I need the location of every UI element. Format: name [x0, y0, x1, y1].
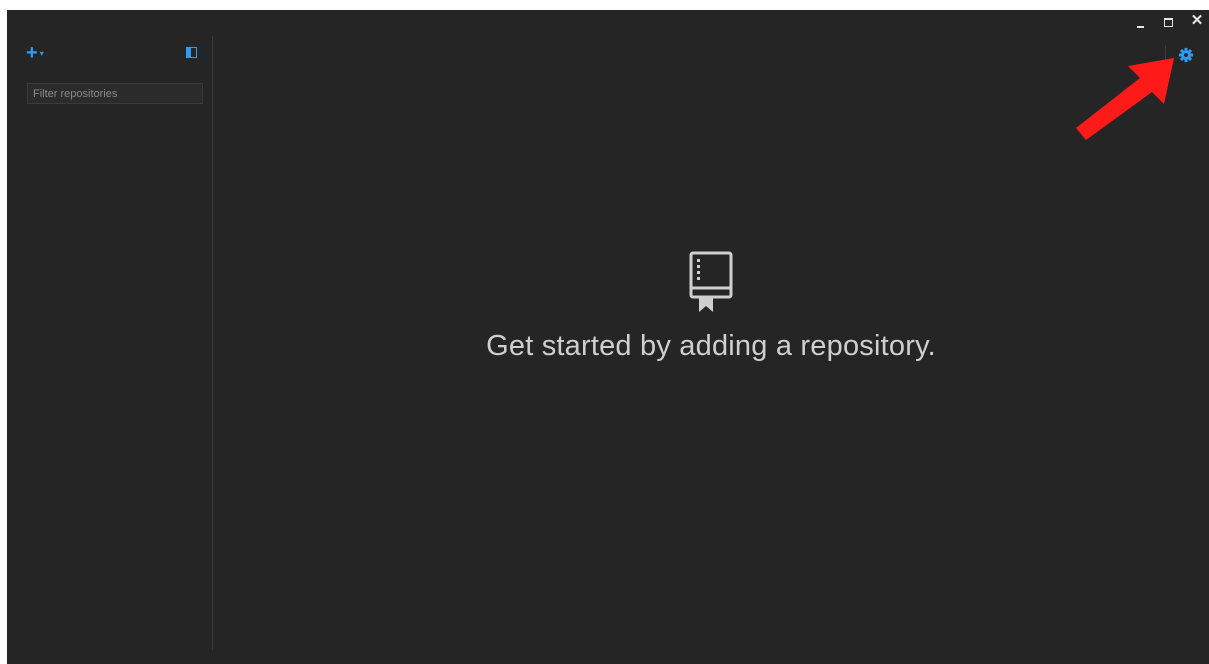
- close-button[interactable]: ✕: [1189, 12, 1205, 31]
- repository-book-icon: [689, 251, 733, 312]
- sidebar-toggle-button[interactable]: [186, 47, 197, 58]
- close-icon: ✕: [1190, 12, 1204, 29]
- maximize-button[interactable]: [1161, 15, 1177, 31]
- empty-state: Get started by adding a repository.: [213, 250, 1209, 363]
- plus-icon: +: [26, 42, 38, 64]
- window-caption-controls: ✕: [1133, 12, 1205, 32]
- minimize-icon: [1137, 26, 1144, 28]
- repositories-sidebar: + ▾: [7, 36, 213, 650]
- red-arrow-annotation: [1076, 58, 1174, 140]
- minimize-button[interactable]: [1133, 15, 1149, 31]
- app-window: ✕ + ▾ Filter repositories Get started by…: [7, 10, 1209, 664]
- filter-repositories-input[interactable]: [27, 83, 203, 104]
- add-repository-button[interactable]: + ▾: [26, 42, 44, 64]
- chevron-down-icon: ▾: [39, 48, 44, 58]
- maximize-icon: [1164, 18, 1173, 27]
- empty-state-message: Get started by adding a repository.: [486, 330, 936, 362]
